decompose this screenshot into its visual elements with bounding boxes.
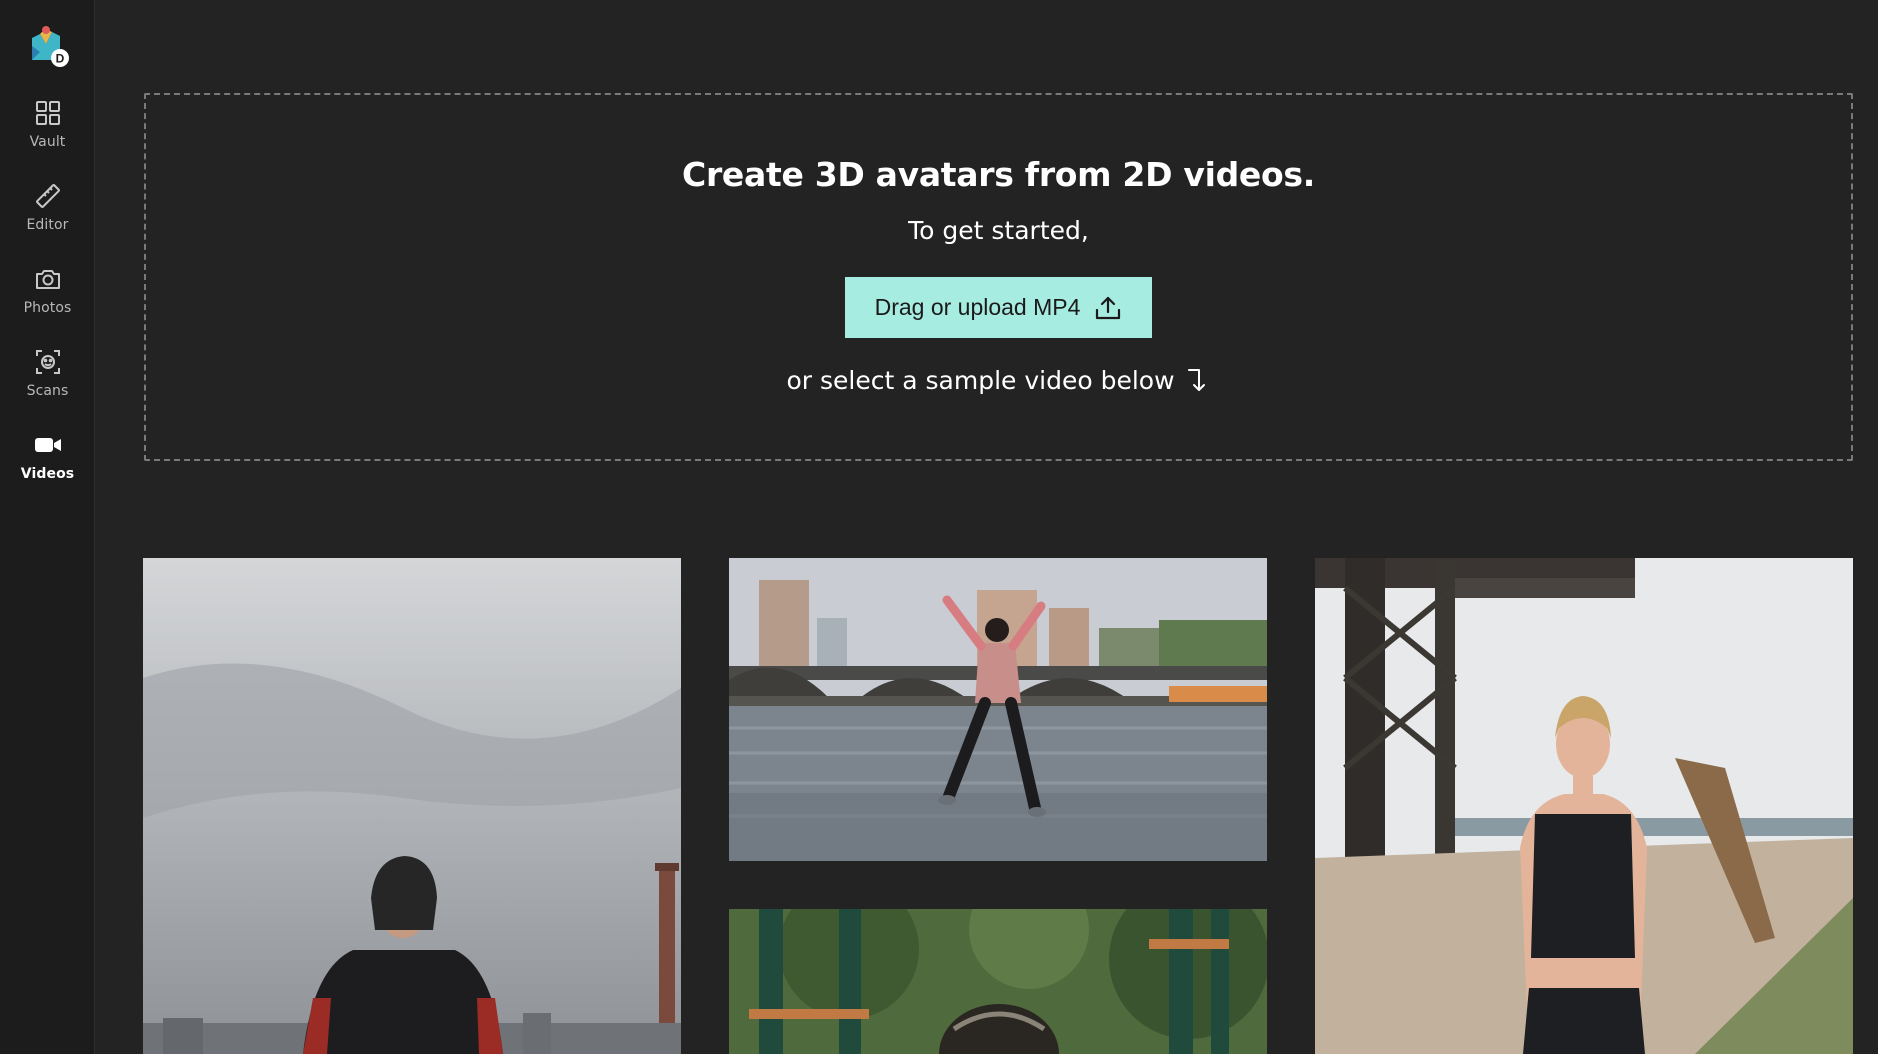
- sample-video-thumbnail[interactable]: [1315, 558, 1853, 1054]
- get-started-text: To get started,: [908, 216, 1089, 245]
- app-logo[interactable]: D: [26, 24, 70, 70]
- arrow-down-turn-icon: [1185, 365, 1211, 395]
- sample-video-thumbnail[interactable]: [143, 558, 681, 1054]
- sidebar-item-videos[interactable]: Videos: [0, 430, 95, 504]
- sidebar-item-label: Photos: [23, 300, 72, 316]
- grid-icon: [33, 98, 63, 128]
- face-scan-icon: [33, 347, 63, 377]
- camera-icon: [33, 264, 63, 294]
- sidebar-item-label: Scans: [26, 383, 69, 399]
- sidebar-item-photos[interactable]: Photos: [0, 264, 95, 338]
- sample-video-thumbnail[interactable]: [729, 909, 1267, 1054]
- sample-hint: or select a sample video below: [146, 365, 1851, 395]
- main-content: Create 3D avatars from 2D videos. To get…: [96, 0, 1878, 1054]
- sidebar-item-scans[interactable]: Scans: [0, 347, 95, 421]
- ruler-icon: [33, 181, 63, 211]
- video-camera-icon: [33, 430, 63, 460]
- upload-button-label: Drag or upload MP4: [874, 294, 1081, 320]
- logo-badge: D: [56, 52, 65, 66]
- page-title: Create 3D avatars from 2D videos.: [682, 155, 1315, 194]
- upload-icon: [1094, 294, 1122, 322]
- sidebar-item-label: Editor: [26, 217, 69, 233]
- upload-dropzone[interactable]: Create 3D avatars from 2D videos. To get…: [144, 93, 1853, 461]
- sample-hint-text: or select a sample video below: [786, 365, 1175, 395]
- sidebar-item-editor[interactable]: Editor: [0, 181, 95, 255]
- sidebar-item-label: Vault: [29, 134, 66, 150]
- sample-video-thumbnail[interactable]: [729, 558, 1267, 861]
- upload-mp4-button[interactable]: Drag or upload MP4: [845, 277, 1152, 338]
- sidebar: D Vault Editor Photos Scans Videos: [0, 0, 95, 1054]
- sidebar-item-vault[interactable]: Vault: [0, 98, 95, 172]
- sidebar-item-label: Videos: [20, 466, 75, 482]
